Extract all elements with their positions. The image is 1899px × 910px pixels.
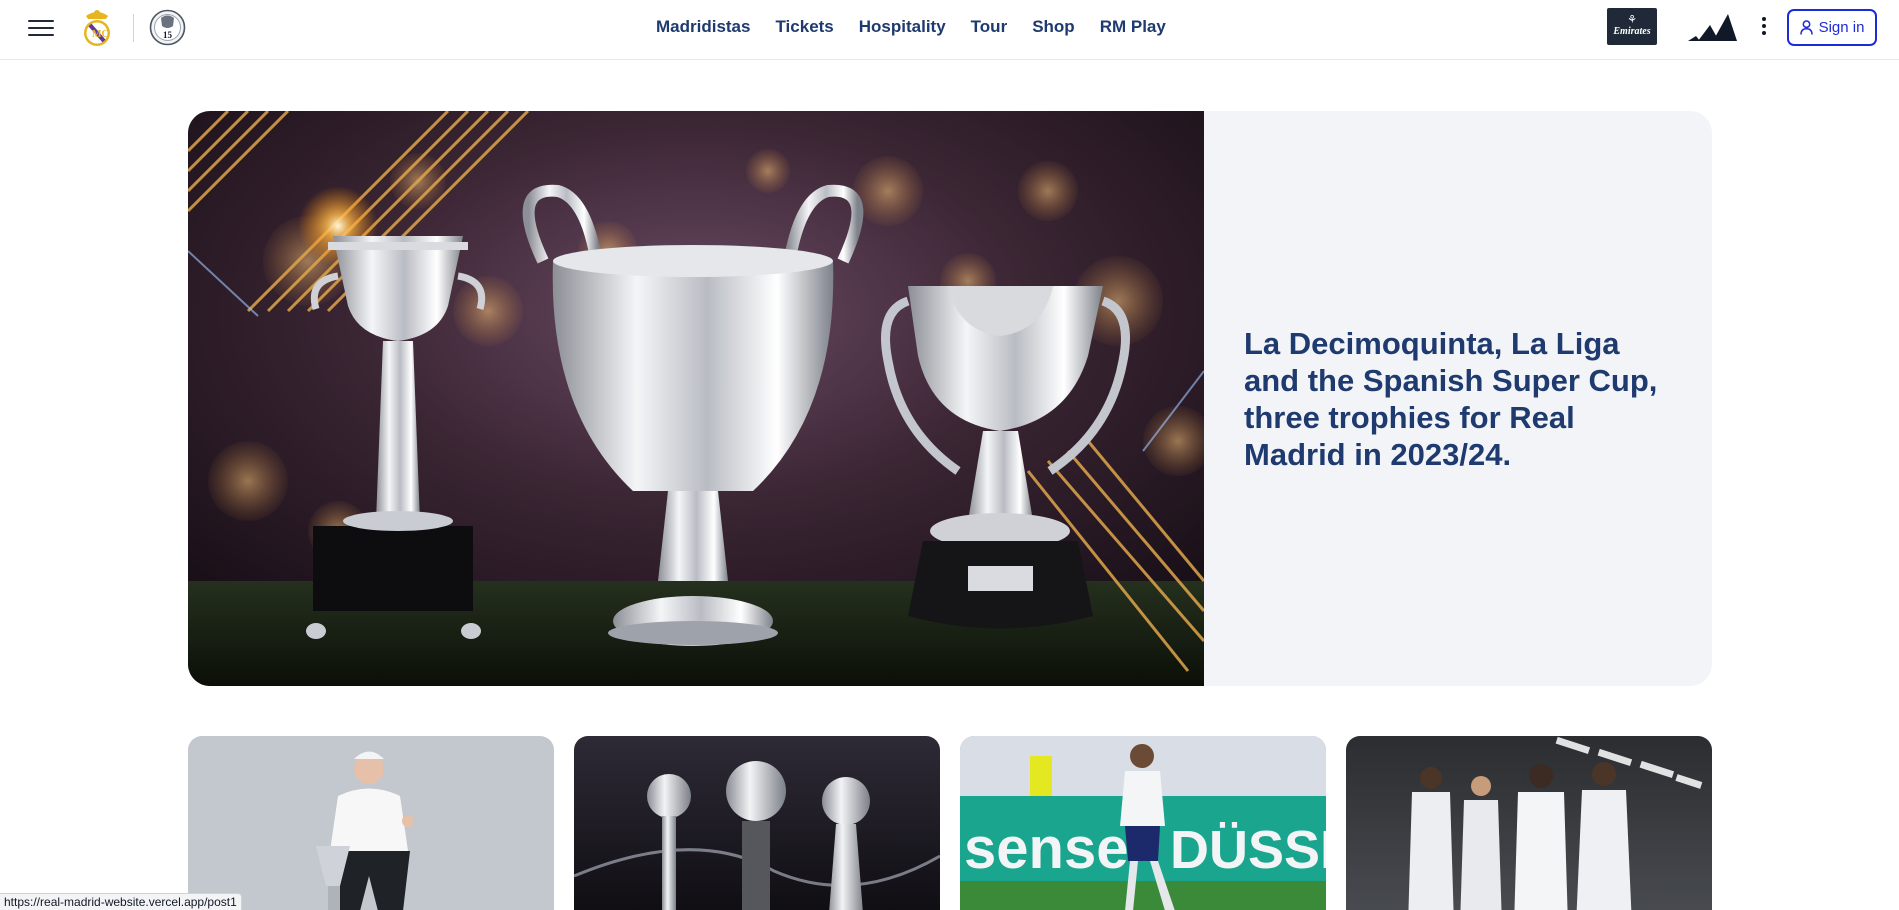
player-with-trophy-photo	[188, 736, 554, 910]
fifteen-cups-badge-icon[interactable]: 15	[149, 9, 186, 46]
link-preview-statusbar: https://real-madrid-website.vercel.app/p…	[0, 893, 242, 910]
hero-title[interactable]: La Decimoquinta, La Liga and the Spanish…	[1244, 325, 1664, 473]
news-card-2[interactable]	[574, 736, 940, 910]
nav-tickets[interactable]: Tickets	[775, 17, 833, 37]
nav-shop[interactable]: Shop	[1032, 17, 1075, 37]
adidas-logo-icon[interactable]	[1686, 12, 1738, 42]
site-header: MC 15 Madridistas Tickets Hospitality To…	[0, 0, 1899, 60]
hero-feature-card[interactable]: La Decimoquinta, La Liga and the Spanish…	[188, 111, 1712, 686]
user-icon	[1799, 20, 1813, 35]
menu-icon[interactable]	[28, 16, 54, 38]
svg-text:sense: sense	[964, 816, 1128, 881]
news-card-3[interactable]: sense DÜSSEL	[960, 736, 1326, 910]
svg-text:MC: MC	[92, 29, 109, 40]
nav-rm-play[interactable]: RM Play	[1100, 17, 1166, 37]
nav-tour[interactable]: Tour	[971, 17, 1008, 37]
emirates-sponsor-logo[interactable]: ⚘ Emirates	[1607, 8, 1657, 45]
sign-in-label: Sign in	[1818, 19, 1865, 36]
news-card-4[interactable]	[1346, 736, 1712, 910]
news-card-1[interactable]	[188, 736, 554, 910]
basketball-trophies-photo	[574, 736, 940, 910]
nav-madridistas[interactable]: Madridistas	[656, 17, 750, 37]
team-white-kit-photo	[1346, 736, 1712, 910]
real-madrid-crest-icon[interactable]: MC	[80, 6, 114, 48]
nav-hospitality[interactable]: Hospitality	[859, 17, 946, 37]
main-nav: Madridistas Tickets Hospitality Tour Sho…	[656, 17, 1191, 37]
more-options-icon[interactable]	[1758, 15, 1770, 39]
three-trophies-photo	[188, 111, 1204, 686]
header-divider	[133, 14, 134, 42]
player-running-stadium-photo: sense DÜSSEL	[960, 736, 1326, 910]
emirates-wordmark: Emirates	[1613, 26, 1651, 37]
svg-text:DÜSSEL: DÜSSEL	[1170, 820, 1326, 880]
sign-in-button[interactable]: Sign in	[1787, 9, 1877, 46]
emirates-emblem-icon: ⚘	[1627, 14, 1637, 26]
badge-number: 15	[163, 30, 173, 40]
